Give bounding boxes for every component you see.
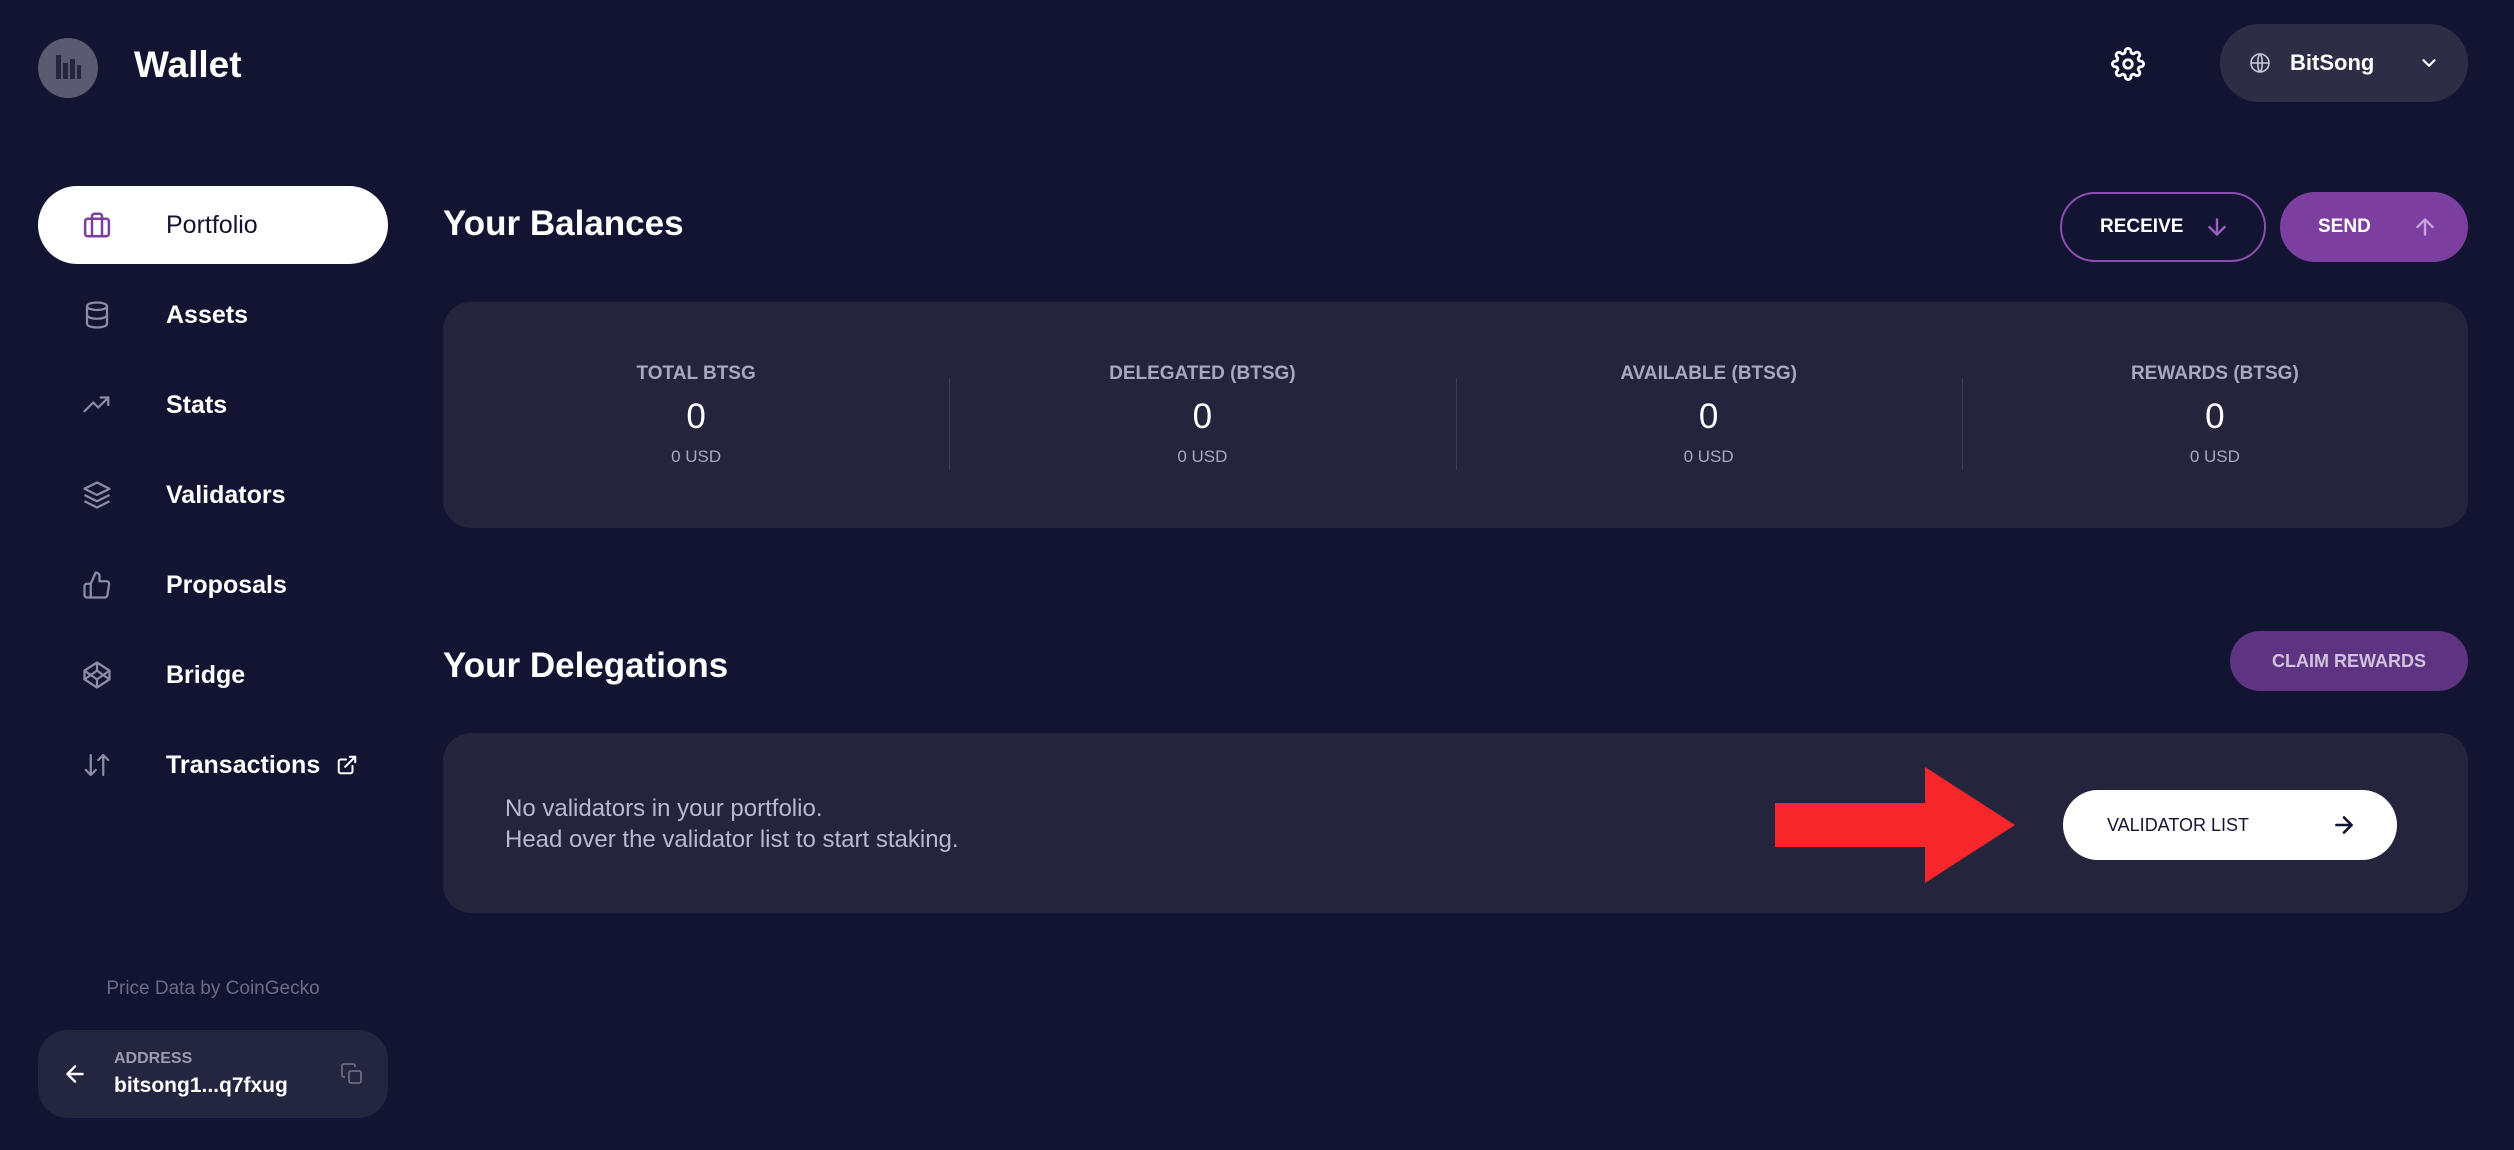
- balance-value: 0: [686, 397, 706, 436]
- swap-icon: [80, 748, 114, 782]
- sidebar-item-transactions[interactable]: Transactions: [38, 726, 388, 804]
- app-title: Wallet: [134, 44, 242, 85]
- database-icon: [80, 298, 114, 332]
- address-value: bitsong1...q7fxug: [114, 1074, 288, 1097]
- balances-card: TOTAL BTSG 0 0 USD DELEGATED (BTSG) 0 0 …: [443, 302, 2468, 528]
- sidebar-item-label: Assets: [166, 300, 248, 329]
- receive-button[interactable]: RECEIVE: [2060, 192, 2266, 262]
- network-label: BitSong: [2290, 50, 2375, 75]
- sidebar-item-label: Bridge: [166, 660, 246, 689]
- sidebar-item-portfolio[interactable]: Portfolio: [38, 186, 388, 264]
- network-selector[interactable]: BitSong: [2220, 24, 2468, 102]
- balance-usd: 0 USD: [671, 447, 722, 466]
- balance-label: DELEGATED (BTSG): [1109, 363, 1296, 384]
- copy-icon[interactable]: [340, 1062, 364, 1086]
- balance-usd: 0 USD: [1683, 447, 1734, 466]
- receive-label: RECEIVE: [2100, 216, 2184, 237]
- sidebar-item-bridge[interactable]: Bridge: [38, 636, 388, 714]
- trending-up-icon: [80, 388, 114, 422]
- delegations-card: No validators in your portfolio. Head ov…: [443, 733, 2468, 913]
- balance-usd: 0 USD: [1177, 447, 1228, 466]
- bitsong-logo[interactable]: [38, 38, 98, 98]
- settings-button[interactable]: [2108, 44, 2148, 84]
- balance-value: 0: [1192, 397, 1213, 436]
- empty-line-2: Head over the validator list to start st…: [505, 826, 959, 853]
- sidebar-item-stats[interactable]: Stats: [38, 366, 388, 444]
- arrow-left-icon[interactable]: [62, 1061, 88, 1087]
- balance-label: REWARDS (BTSG): [2130, 363, 2299, 384]
- arrow-down-icon: [2208, 218, 2226, 236]
- arrow-up-icon: [2416, 218, 2434, 236]
- sidebar-item-assets[interactable]: Assets: [38, 276, 388, 354]
- codepen-icon: [80, 658, 114, 692]
- briefcase-icon: [80, 208, 114, 242]
- balance-value: 0: [1698, 397, 1719, 436]
- balance-usd: 0 USD: [2189, 447, 2240, 466]
- send-button[interactable]: SEND: [2280, 192, 2468, 262]
- balances-title: Your Balances: [443, 204, 684, 243]
- balance-delegated: DELEGATED (BTSG) 0 0 USD: [949, 302, 1455, 528]
- address-meta: ADDRESS bitsong1...q7fxug: [114, 1050, 340, 1098]
- sidebar-item-validators[interactable]: Validators: [38, 456, 388, 534]
- balance-label: TOTAL BTSG: [636, 363, 756, 384]
- send-label: SEND: [2318, 216, 2371, 237]
- balance-total: TOTAL BTSG 0 0 USD: [443, 302, 949, 528]
- logo-icon: [56, 55, 81, 79]
- delegations-title: Your Delegations: [443, 646, 729, 685]
- validator-list-button[interactable]: VALIDATOR LIST: [2063, 790, 2397, 860]
- gear-icon: [2111, 47, 2145, 81]
- sidebar-item-label: Stats: [166, 390, 228, 419]
- balance-rewards: REWARDS (BTSG) 0 0 USD: [1961, 302, 2468, 528]
- price-data-credit: Price Data by CoinGecko: [106, 978, 320, 999]
- thumbs-up-icon: [80, 568, 114, 602]
- sidebar-nav: Portfolio Assets Stats Validators Propos…: [38, 186, 388, 816]
- balance-label: AVAILABLE (BTSG): [1620, 363, 1797, 384]
- balance-available: AVAILABLE (BTSG) 0 0 USD: [1455, 302, 1962, 528]
- globe-icon: [2250, 53, 2270, 73]
- delegations-empty-message: No validators in your portfolio. Head ov…: [505, 793, 959, 855]
- balance-value: 0: [2205, 397, 2225, 436]
- claim-rewards-button[interactable]: CLAIM REWARDS: [2230, 631, 2468, 691]
- layers-icon: [80, 478, 114, 512]
- sidebar-item-label: Validators: [166, 480, 286, 509]
- sidebar-item-proposals[interactable]: Proposals: [38, 546, 388, 624]
- red-arrow-annotation-icon: [1775, 767, 2015, 883]
- address-panel: ADDRESS bitsong1...q7fxug: [38, 1030, 388, 1118]
- arrow-right-icon: [2335, 816, 2353, 834]
- sidebar-item-label: Proposals: [166, 570, 287, 599]
- validator-list-label: VALIDATOR LIST: [2107, 814, 2250, 835]
- chevron-down-icon: [2422, 59, 2436, 67]
- empty-line-1: No validators in your portfolio.: [505, 795, 823, 822]
- sidebar-item-label: Portfolio: [166, 210, 258, 239]
- address-label: ADDRESS: [114, 1050, 193, 1067]
- sidebar-item-label: Transactions: [166, 750, 321, 779]
- external-link-icon: [336, 754, 358, 776]
